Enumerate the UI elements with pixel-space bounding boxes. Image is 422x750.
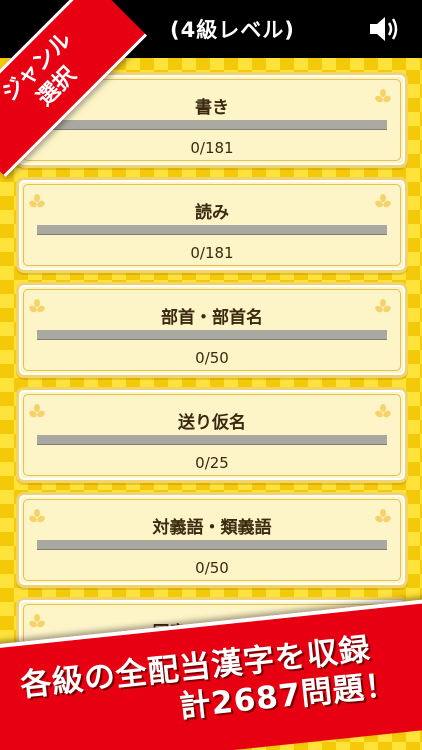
genre-card-taigigo[interactable]: 対義語・類義語 0/50 bbox=[16, 492, 408, 588]
progress-bar bbox=[37, 435, 387, 445]
genre-count: 0/25 bbox=[195, 454, 229, 472]
genre-label: 部首・部首名 bbox=[161, 308, 263, 328]
genre-label: 送り仮名 bbox=[178, 413, 246, 433]
genre-count: 0/50 bbox=[195, 559, 229, 577]
genre-count: 0/50 bbox=[195, 349, 229, 367]
sound-toggle-button[interactable] bbox=[368, 14, 402, 44]
genre-count: 0/181 bbox=[190, 244, 234, 262]
progress-bar bbox=[37, 225, 387, 235]
page-title: (4級レベル) bbox=[170, 18, 295, 42]
progress-bar bbox=[37, 120, 387, 130]
genre-card-yomi[interactable]: 読み 0/181 bbox=[16, 177, 408, 273]
progress-bar bbox=[37, 330, 387, 340]
genre-card-bushu[interactable]: 部首・部首名 0/50 bbox=[16, 282, 408, 378]
genre-label: 読み bbox=[195, 203, 229, 223]
genre-card-okurigana[interactable]: 送り仮名 0/25 bbox=[16, 387, 408, 483]
speaker-icon bbox=[370, 17, 398, 41]
progress-bar bbox=[37, 540, 387, 550]
genre-count: 0/181 bbox=[190, 139, 234, 157]
genre-label: 対義語・類義語 bbox=[152, 518, 272, 538]
